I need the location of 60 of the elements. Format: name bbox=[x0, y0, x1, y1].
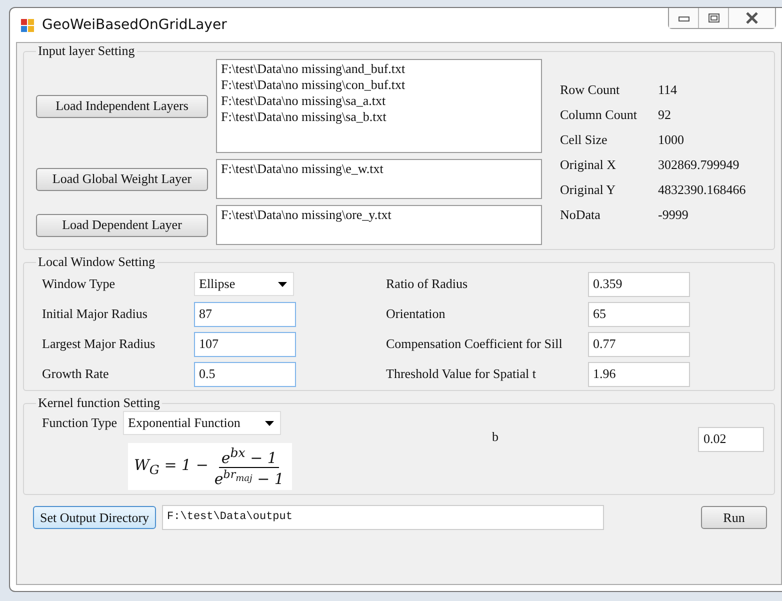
load-button[interactable]: Load Dependent Layer bbox=[36, 214, 208, 236]
input-field[interactable]: 0.02 bbox=[698, 427, 764, 452]
file-path: F:\test\Data\no missing\sa_a.txt bbox=[221, 93, 387, 109]
field-label: Threshold Value for Spatial t bbox=[386, 366, 537, 382]
maximize-button[interactable] bbox=[699, 8, 729, 28]
info-value: 92 bbox=[658, 106, 671, 122]
load-button[interactable]: Load Independent Layers bbox=[36, 94, 208, 118]
run-button[interactable]: Run bbox=[701, 506, 767, 529]
field-label: Largest Major Radius bbox=[41, 336, 156, 352]
info-value: 4832390.168466 bbox=[658, 182, 746, 198]
file-list[interactable]: F:\test\Data\no missing\e_w.txt bbox=[216, 159, 542, 199]
window-title: GeoWeiBasedOnGridLayer bbox=[42, 17, 227, 33]
close-icon bbox=[745, 12, 759, 24]
output-path-field[interactable]: F:\test\Data\output bbox=[162, 505, 604, 530]
input-field[interactable]: 1.96 bbox=[588, 362, 690, 386]
dropdown-arrow-icon bbox=[265, 420, 274, 426]
group-title: Kernel function Setting bbox=[37, 395, 162, 411]
input-field[interactable]: 0.359 bbox=[588, 272, 690, 296]
group-title: Local Window Setting bbox=[37, 254, 156, 270]
file-path: F:\test\Data\no missing\ore_y.txt bbox=[221, 207, 392, 223]
info-label: NoData bbox=[560, 206, 602, 222]
field-label: Function Type bbox=[41, 415, 118, 431]
file-path: F:\test\Data\no missing\e_w.txt bbox=[221, 161, 384, 177]
app-icon bbox=[20, 17, 36, 33]
file-list[interactable]: F:\test\Data\no missing\ore_y.txt bbox=[216, 205, 542, 245]
info-value: 114 bbox=[658, 82, 678, 98]
file-path: F:\test\Data\no missing\sa_b.txt bbox=[221, 109, 388, 125]
function-type-dropdown[interactable]: Exponential Function bbox=[123, 411, 282, 435]
input-field[interactable]: 0.77 bbox=[588, 332, 690, 356]
input-field[interactable]: 0.5 bbox=[194, 362, 296, 386]
input-field[interactable]: 65 bbox=[588, 302, 690, 326]
dropdown-arrow-icon bbox=[278, 282, 287, 286]
minimize-icon bbox=[678, 14, 690, 22]
info-value: 302869.799949 bbox=[658, 156, 740, 172]
field-label: Ratio of Radius bbox=[386, 276, 469, 292]
group-title: Input layer Setting bbox=[37, 43, 136, 59]
load-button[interactable]: Load Global Weight Layer bbox=[36, 168, 208, 190]
field-label: Window Type bbox=[41, 276, 116, 292]
field-label: Growth Rate bbox=[41, 366, 110, 382]
info-label: Cell Size bbox=[560, 132, 608, 148]
set-output-button[interactable]: Set Output Directory bbox=[33, 506, 156, 529]
info-label: Original Y bbox=[560, 182, 616, 198]
info-label: Row Count bbox=[560, 82, 621, 98]
file-list[interactable]: F:\test\Data\no missing\and_buf.txt F:\test\Data\no missing\con_buf.txt F:\test\Data\no missing\sa_a.txt F:\test\Data\no missing\sa_b.txt bbox=[216, 59, 542, 153]
field-label: Initial Major Radius bbox=[41, 306, 148, 322]
maximize-icon bbox=[708, 13, 720, 23]
close-button[interactable] bbox=[729, 8, 775, 28]
info-label: Column Count bbox=[560, 106, 638, 122]
input-field[interactable]: 87 bbox=[194, 302, 296, 326]
info-value: -9999 bbox=[658, 206, 688, 222]
input-field[interactable]: 107 bbox=[194, 332, 296, 356]
field-label: b bbox=[492, 429, 498, 445]
info-value: 1000 bbox=[658, 132, 684, 148]
field-label: Compensation Coefficient for Sill bbox=[386, 336, 564, 352]
file-path: F:\test\Data\no missing\and_buf.txt bbox=[221, 61, 406, 77]
window-type-dropdown[interactable]: Ellipse bbox=[194, 272, 294, 296]
minimize-button[interactable] bbox=[669, 8, 699, 28]
field-label: Orientation bbox=[386, 306, 446, 322]
file-path: F:\test\Data\no missing\con_buf.txt bbox=[221, 77, 406, 93]
info-label: Original X bbox=[560, 156, 617, 172]
